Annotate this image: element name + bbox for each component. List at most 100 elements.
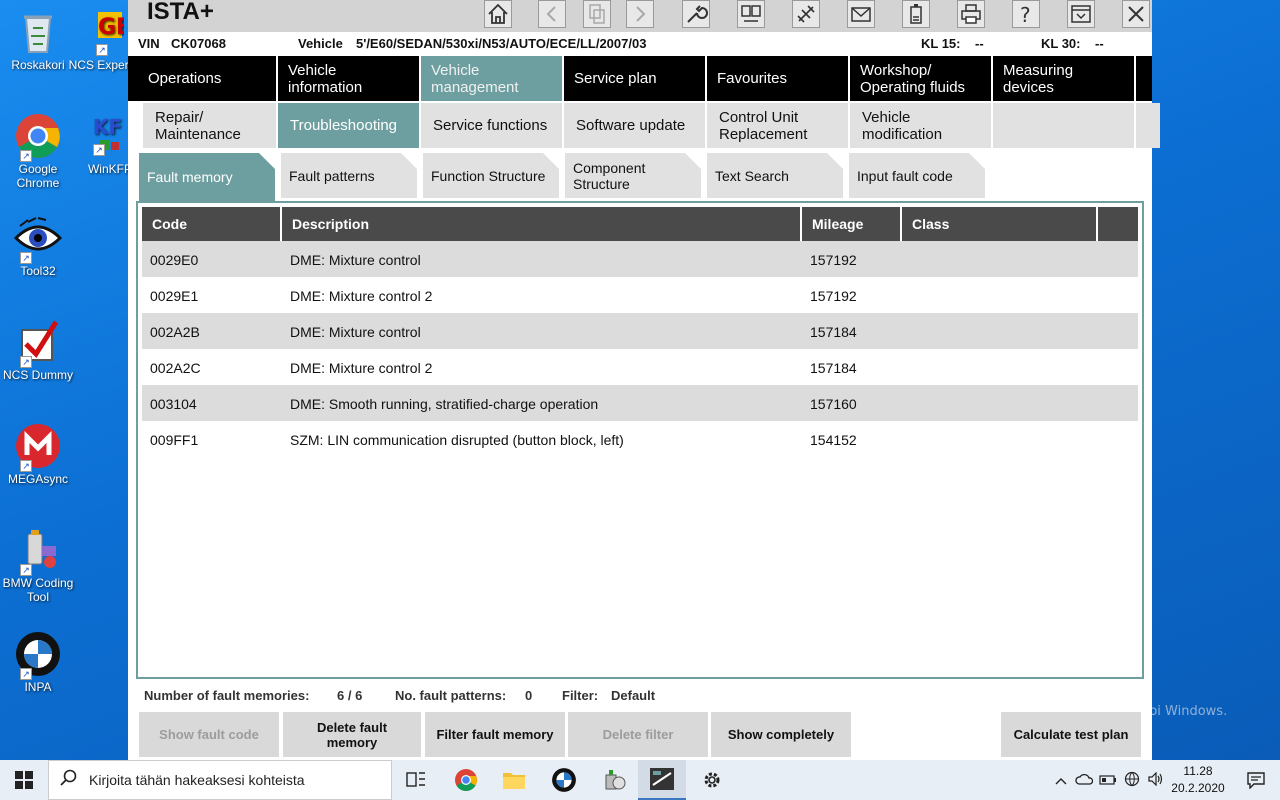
- taskbar-file-explorer[interactable]: [490, 760, 538, 800]
- nav-operations[interactable]: Operations: [138, 56, 278, 101]
- svg-text:GB: GB: [98, 15, 124, 40]
- nav-service-plan[interactable]: Service plan: [564, 56, 707, 101]
- delete-fault-memory-button[interactable]: Delete fault memory: [283, 712, 421, 757]
- nav-favourites[interactable]: Favourites: [707, 56, 850, 101]
- winkfp-icon: KF ↗: [93, 115, 123, 156]
- desktop-icon-inpa[interactable]: ↗ INPA: [0, 630, 76, 694]
- taskbar-ista-tool[interactable]: [590, 760, 638, 800]
- filter-fault-memory-button[interactable]: Filter fault memory: [425, 712, 565, 757]
- tab-text-search[interactable]: Text Search: [707, 153, 843, 198]
- ncs-expert-icon: GB ↗: [76, 8, 133, 56]
- kl15-value: --: [975, 36, 984, 51]
- delete-filter-button[interactable]: Delete filter: [568, 712, 708, 757]
- forward-icon: [636, 6, 646, 22]
- compare-button[interactable]: [737, 0, 765, 28]
- subnav-service-functions[interactable]: Service functions: [421, 103, 562, 148]
- table-row[interactable]: 003104 DME: Smooth running, stratified-c…: [142, 385, 1138, 421]
- column-header-mileage[interactable]: Mileage: [802, 207, 902, 241]
- table-row[interactable]: 009FF1 SZM: LIN communication disrupted …: [142, 421, 1138, 457]
- taskbar-clock[interactable]: 11.28 20.2.2020: [1168, 763, 1228, 797]
- print-button[interactable]: [957, 0, 985, 28]
- compare-icon: [741, 5, 761, 22]
- table-row[interactable]: 0029E0 DME: Mixture control 157192: [142, 241, 1138, 277]
- nav-measuring-devices[interactable]: Measuring devices: [993, 56, 1136, 101]
- desktop-icon-winkfp[interactable]: KF ↗ WinKFP: [74, 112, 132, 176]
- back-button[interactable]: [538, 0, 566, 28]
- window-button[interactable]: [1067, 0, 1095, 28]
- tab-function-structure[interactable]: Function Structure: [423, 153, 559, 198]
- patterns-label: No. fault patterns:: [395, 688, 507, 703]
- desktop-icon-tool32[interactable]: ↗ Tool32: [0, 214, 76, 278]
- cell-code: 002A2C: [150, 360, 201, 376]
- start-button[interactable]: [0, 760, 48, 800]
- nav-workshop-operating-fluids[interactable]: Workshop/ Operating fluids: [850, 56, 993, 101]
- cell-description: DME: Mixture control 2: [290, 288, 433, 304]
- tab-component-structure[interactable]: Component Structure: [565, 153, 701, 198]
- taskbar-settings[interactable]: [688, 760, 736, 800]
- desktop-icon-ncs-dummy[interactable]: ↗ NCS Dummy: [0, 318, 76, 382]
- subnav-repair-maintenance[interactable]: Repair/ Maintenance: [143, 103, 276, 148]
- table-row[interactable]: 002A2C DME: Mixture control 2 157184: [142, 349, 1138, 385]
- task-view-button[interactable]: [392, 760, 440, 800]
- clock-time: 11.28: [1183, 764, 1213, 778]
- taskbar-bmw[interactable]: [540, 760, 588, 800]
- table-header: Code Description Mileage Class: [142, 207, 1138, 241]
- column-header-class[interactable]: Class: [902, 207, 1098, 241]
- subnav-troubleshooting[interactable]: Troubleshooting: [278, 103, 419, 148]
- connection-button[interactable]: [792, 0, 820, 28]
- subnav-vehicle-modification[interactable]: Vehicle modification: [850, 103, 991, 148]
- subnav-software-update[interactable]: Software update: [564, 103, 705, 148]
- cell-code: 0029E1: [150, 288, 199, 304]
- forward-button[interactable]: [626, 0, 654, 28]
- desktop-icon-megasync[interactable]: ↗ MEGAsync: [0, 422, 76, 486]
- tab-fault-patterns[interactable]: Fault patterns: [281, 153, 417, 198]
- kl30-value: --: [1095, 36, 1104, 51]
- fault-tabs: Fault memory Fault patterns Function Str…: [128, 151, 1152, 201]
- table-row[interactable]: 002A2B DME: Mixture control 157184: [142, 313, 1138, 349]
- cell-class: [902, 349, 1098, 385]
- desktop-icon-chrome[interactable]: ↗ Google Chrome: [0, 112, 76, 190]
- checkbox-icon: ↗: [14, 318, 62, 368]
- help-icon: ?: [1020, 3, 1031, 27]
- cell-description: DME: Smooth running, stratified-charge o…: [290, 396, 599, 412]
- cell-class: [902, 421, 1098, 457]
- volume-icon[interactable]: [1144, 771, 1168, 789]
- sub-navigation: Repair/ Maintenance Troubleshooting Serv…: [128, 101, 1160, 149]
- tab-input-fault-code[interactable]: Input fault code: [849, 153, 985, 198]
- onedrive-icon[interactable]: [1072, 772, 1096, 788]
- taskbar-chrome[interactable]: [442, 760, 490, 800]
- table-row[interactable]: 0029E1 DME: Mixture control 2 157192: [142, 277, 1138, 313]
- show-fault-code-button[interactable]: Show fault code: [139, 712, 279, 757]
- subnav-control-unit-replacement[interactable]: Control Unit Replacement: [707, 103, 848, 148]
- mail-button[interactable]: [847, 0, 875, 28]
- nav-vehicle-management[interactable]: Vehicle management: [421, 56, 564, 101]
- battery-tray-icon[interactable]: [1096, 772, 1120, 788]
- calculate-test-plan-button[interactable]: Calculate test plan: [1001, 712, 1141, 757]
- action-center-button[interactable]: [1232, 760, 1280, 800]
- column-header-code[interactable]: Code: [142, 207, 282, 241]
- chevron-up-icon[interactable]: [1050, 772, 1072, 788]
- table-body: 0029E0 DME: Mixture control 157192 0029E…: [142, 241, 1138, 457]
- tab-fault-memory[interactable]: Fault memory: [139, 153, 275, 201]
- battery-button[interactable]: [902, 0, 930, 28]
- home-button[interactable]: [484, 0, 512, 28]
- desktop-icon-recycle-bin[interactable]: Roskakori: [0, 8, 76, 72]
- column-header-description[interactable]: Description: [282, 207, 802, 241]
- network-icon[interactable]: [1120, 771, 1144, 790]
- wrench-button[interactable]: [682, 0, 710, 28]
- windows-logo-icon: [15, 771, 33, 789]
- taskbar-search[interactable]: Kirjoita tähän hakeaksesi kohteista: [48, 760, 392, 800]
- main-navigation: Operations Vehicle information Vehicle m…: [128, 56, 1152, 101]
- app-titlebar: ISTA+ ?: [128, 0, 1152, 32]
- taskbar-ista[interactable]: [638, 760, 686, 800]
- subnav-empty-end: [1136, 103, 1160, 148]
- cell-code: 0029E0: [150, 252, 199, 268]
- nav-vehicle-information[interactable]: Vehicle information: [278, 56, 421, 101]
- bmw-icon: [552, 768, 576, 792]
- help-button[interactable]: ?: [1012, 0, 1040, 28]
- copy-button[interactable]: [583, 0, 611, 28]
- show-completely-button[interactable]: Show completely: [711, 712, 851, 757]
- desktop-icon-bmw-coding-tool[interactable]: ↗ BMW Coding Tool: [0, 526, 76, 604]
- close-button[interactable]: [1122, 0, 1150, 28]
- desktop-icon-ncs-expert[interactable]: GB ↗ NCS Expert: [68, 8, 133, 72]
